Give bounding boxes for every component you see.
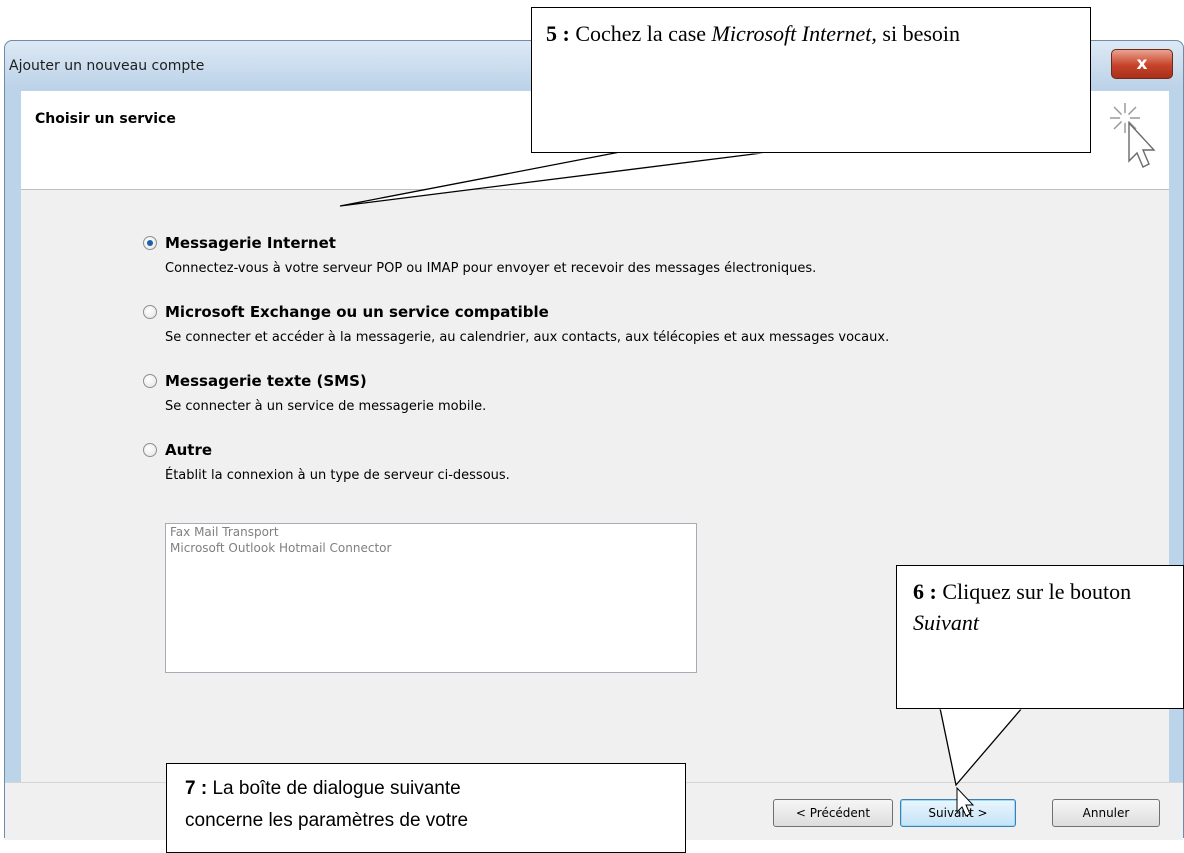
option-description: Se connecter et accéder à la messagerie,… <box>165 330 890 345</box>
dialog-window: Ajouter un nouveau compte x Choisir un s… <box>4 40 1184 840</box>
callout-number: 7 : <box>185 778 208 799</box>
next-button[interactable]: Suivant > <box>900 799 1016 827</box>
wizard-cursor-icon <box>1110 103 1156 168</box>
radio-internet-mail[interactable] <box>143 236 157 250</box>
option-label: Microsoft Exchange ou un service compati… <box>165 303 549 321</box>
page-title: Choisir un service <box>35 111 176 127</box>
callout-text: si besoin <box>876 21 961 46</box>
option-description: Établit la connexion à un type de serveu… <box>165 468 510 483</box>
option-description: Connectez-vous à votre serveur POP ou IM… <box>165 261 817 276</box>
callout-text: Cochez la case <box>569 21 712 46</box>
option-label: Autre <box>165 441 213 459</box>
list-item[interactable]: Microsoft Outlook Hotmail Connector <box>166 540 696 556</box>
callout-text: concerne les paramètres de votre <box>185 810 469 831</box>
option-description: Se connecter à un service de messagerie … <box>165 399 487 414</box>
window-title: Ajouter un nouveau compte <box>9 58 205 74</box>
server-type-listbox[interactable]: Fax Mail Transport Microsoft Outlook Hot… <box>165 523 697 673</box>
callout-step-7: 7 : La boîte de dialogue suivante concer… <box>166 763 686 853</box>
option-label: Messagerie Internet <box>165 234 336 252</box>
list-item[interactable]: Fax Mail Transport <box>166 524 696 540</box>
option-label: Messagerie texte (SMS) <box>165 372 367 390</box>
callout-emphasis: Suivant <box>913 610 979 635</box>
callout-number: 5 : <box>546 21 570 46</box>
radio-exchange[interactable] <box>143 305 157 319</box>
previous-button[interactable]: < Précédent <box>773 799 893 827</box>
radio-sms[interactable] <box>143 374 157 388</box>
callout-number: 6 : <box>913 579 937 604</box>
callout-text: Cliquez sur le bouton <box>936 579 1132 604</box>
cancel-button[interactable]: Annuler <box>1052 799 1160 827</box>
close-icon: x <box>1136 54 1148 74</box>
callout-step-6: 6 : Cliquez sur le bouton Suivant <box>896 565 1184 709</box>
radio-other[interactable] <box>143 443 157 457</box>
callout-text: La boîte de dialogue suivante <box>207 778 461 799</box>
close-button[interactable]: x <box>1111 49 1173 79</box>
callout-emphasis: Microsoft Internet, <box>711 21 877 46</box>
callout-step-5: 5 : Cochez la case Microsoft Internet, s… <box>531 7 1091 153</box>
